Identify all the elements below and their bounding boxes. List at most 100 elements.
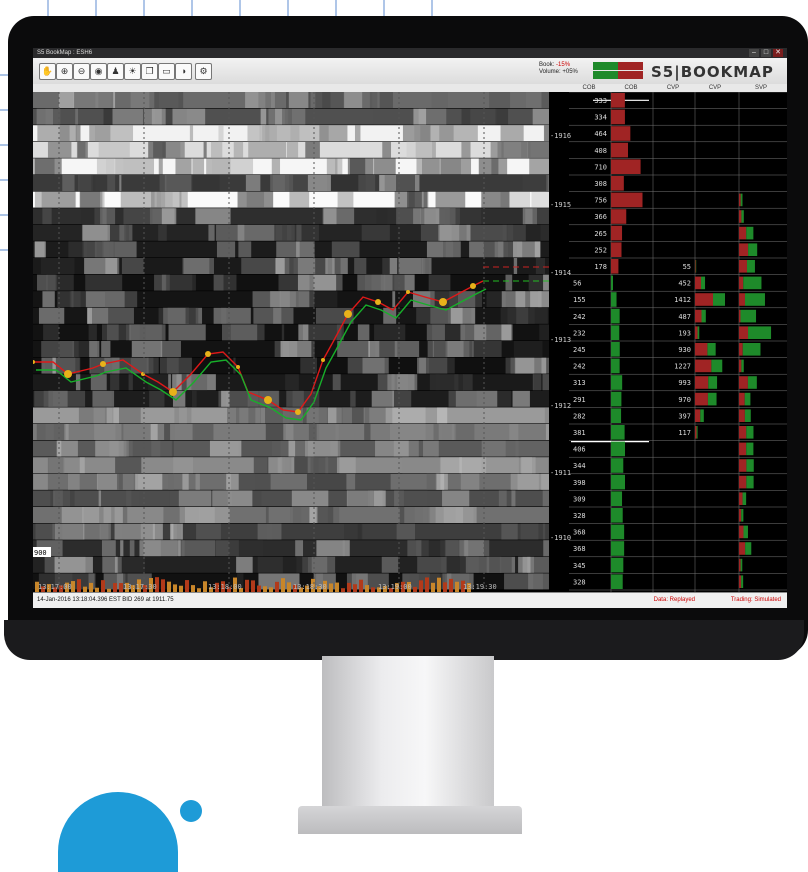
- bid-bar: [611, 491, 622, 506]
- ask-size: 756: [594, 197, 607, 205]
- ask-bar: [611, 110, 625, 125]
- status-text: 14-Jan-2016 13:18:04.396 EST BID 269 at …: [37, 593, 174, 607]
- app-logo: S5|BOOKMAP: [651, 63, 774, 81]
- volume-value: +05%: [562, 69, 578, 75]
- time-label: 13:18:00: [208, 583, 242, 591]
- status-bar: 14-Jan-2016 13:18:04.396 EST BID 269 at …: [33, 592, 787, 608]
- imbalance-meter: [593, 62, 643, 79]
- toolbar: ✋ ⊕ ⊖ ◉ ♟ ☀ ❐ ▭ ◑ ⚙ Book: -15% Volume: +…: [33, 58, 787, 85]
- bid-size: 368: [573, 529, 586, 537]
- bid-bar: [611, 359, 620, 374]
- bid-size: 368: [573, 545, 586, 553]
- minimize-button[interactable]: –: [749, 49, 759, 57]
- ask-size: 334: [594, 114, 607, 122]
- volume-label: Volume:: [539, 69, 561, 75]
- bid-size: 345: [573, 562, 586, 570]
- monitor-stand: [322, 656, 494, 816]
- col-cob-ask: COB: [569, 84, 609, 92]
- cvp-value: 993: [678, 379, 691, 387]
- bid-size: 291: [573, 396, 586, 404]
- ask-size: 464: [594, 130, 607, 138]
- time-label: 13:17:00: [38, 583, 72, 591]
- ask-size: 710: [594, 163, 607, 171]
- volume-scale-label: 900: [34, 549, 47, 557]
- close-button[interactable]: ✕: [773, 49, 783, 57]
- hand-icon[interactable]: ✋: [39, 63, 56, 80]
- bid-size: 328: [573, 578, 586, 586]
- zoom-out-icon[interactable]: ⊖: [73, 63, 90, 80]
- price-label: -1910: [550, 534, 571, 542]
- bid-size: 328: [573, 512, 586, 520]
- time-label: 13:17:30: [123, 583, 157, 591]
- bid-bar: [611, 475, 625, 490]
- person-icon[interactable]: ♟: [107, 63, 124, 80]
- book-label: Book:: [539, 62, 554, 68]
- bid-bar: [611, 508, 623, 523]
- contrast-icon[interactable]: ◑: [175, 63, 192, 80]
- bid-bar: [611, 375, 622, 390]
- ask-bar: [611, 259, 618, 274]
- zoom-in-icon[interactable]: ⊕: [56, 63, 73, 80]
- brand-dot: [180, 800, 202, 822]
- bid-bar: [611, 309, 620, 324]
- bid-size: 155: [573, 296, 586, 304]
- ask-bar: [611, 242, 622, 257]
- cvp-value: 55: [683, 263, 691, 271]
- ask-size: 366: [594, 213, 607, 221]
- title-bar: S5 BookMap : ESH6 – □ ✕: [33, 48, 787, 58]
- ask-size: 308: [594, 180, 607, 188]
- cvp-value: 930: [678, 346, 691, 354]
- cvp-value: 117: [678, 429, 691, 437]
- time-label: 13:19:30: [463, 583, 497, 591]
- time-label: 13:19:00: [378, 583, 412, 591]
- brightness-icon[interactable]: ☀: [124, 63, 141, 80]
- bid-bar: [611, 325, 619, 340]
- bid-size: 406: [573, 446, 586, 454]
- bid-size: 245: [573, 346, 586, 354]
- order-book-heatmap[interactable]: 900 13:17:00 13:17:30 13:18:00 13:18:30 13:1…: [33, 92, 549, 592]
- bid-bar: [611, 541, 624, 556]
- col-cob-bid: COB: [611, 84, 651, 92]
- bid-size: 242: [573, 313, 586, 321]
- cvp-value: 452: [678, 280, 691, 288]
- window-icon[interactable]: ❐: [141, 63, 158, 80]
- price-label: -1911: [550, 469, 571, 477]
- ask-size: 252: [594, 246, 607, 254]
- ask-bar: [611, 226, 622, 241]
- bid-bar: [611, 558, 623, 573]
- ask-size: 178: [594, 263, 607, 271]
- cvp-value: 193: [678, 329, 691, 337]
- price-label: -1913: [550, 336, 571, 344]
- bid-bar: [611, 525, 624, 540]
- col-cvp-2: CVP: [695, 84, 735, 92]
- ask-bar: [611, 93, 625, 108]
- cvp-value: 397: [678, 412, 691, 420]
- book-volume-readout: Book: -15% Volume: +05%: [539, 62, 578, 76]
- ask-size: 408: [594, 147, 607, 155]
- bid-bar: [611, 392, 621, 407]
- data-mode: Data: Replayed: [654, 593, 695, 607]
- bid-size: 232: [573, 329, 586, 337]
- bid-bar: [611, 342, 620, 357]
- ask-bar: [611, 176, 624, 191]
- maximize-button[interactable]: □: [761, 49, 771, 57]
- monitor-icon[interactable]: ▭: [158, 63, 175, 80]
- cvp-value: 487: [678, 313, 691, 321]
- bid-bar: [611, 276, 613, 291]
- app-window: S5 BookMap : ESH6 – □ ✕ ✋ ⊕ ⊖ ◉ ♟ ☀ ❐ ▭ …: [33, 48, 787, 608]
- camera-icon[interactable]: ◉: [90, 63, 107, 80]
- cvp-value: 970: [678, 396, 691, 404]
- gear-icon[interactable]: ⚙: [195, 63, 212, 80]
- depth-profile-panel: 3333344644087103087563662652521785615524…: [549, 92, 787, 592]
- trading-mode: Trading: Simulated: [731, 593, 781, 607]
- col-cvp-1: CVP: [653, 84, 693, 92]
- ask-size: 265: [594, 230, 607, 238]
- ask-bar: [611, 193, 643, 208]
- bid-bar: [611, 292, 617, 307]
- window-title: S5 BookMap : ESH6: [37, 48, 92, 58]
- bid-bar: [611, 574, 623, 589]
- bid-size: 398: [573, 479, 586, 487]
- price-label: -1915: [550, 201, 571, 209]
- time-label: 13:18:30: [293, 583, 327, 591]
- bid-size: 381: [573, 429, 586, 437]
